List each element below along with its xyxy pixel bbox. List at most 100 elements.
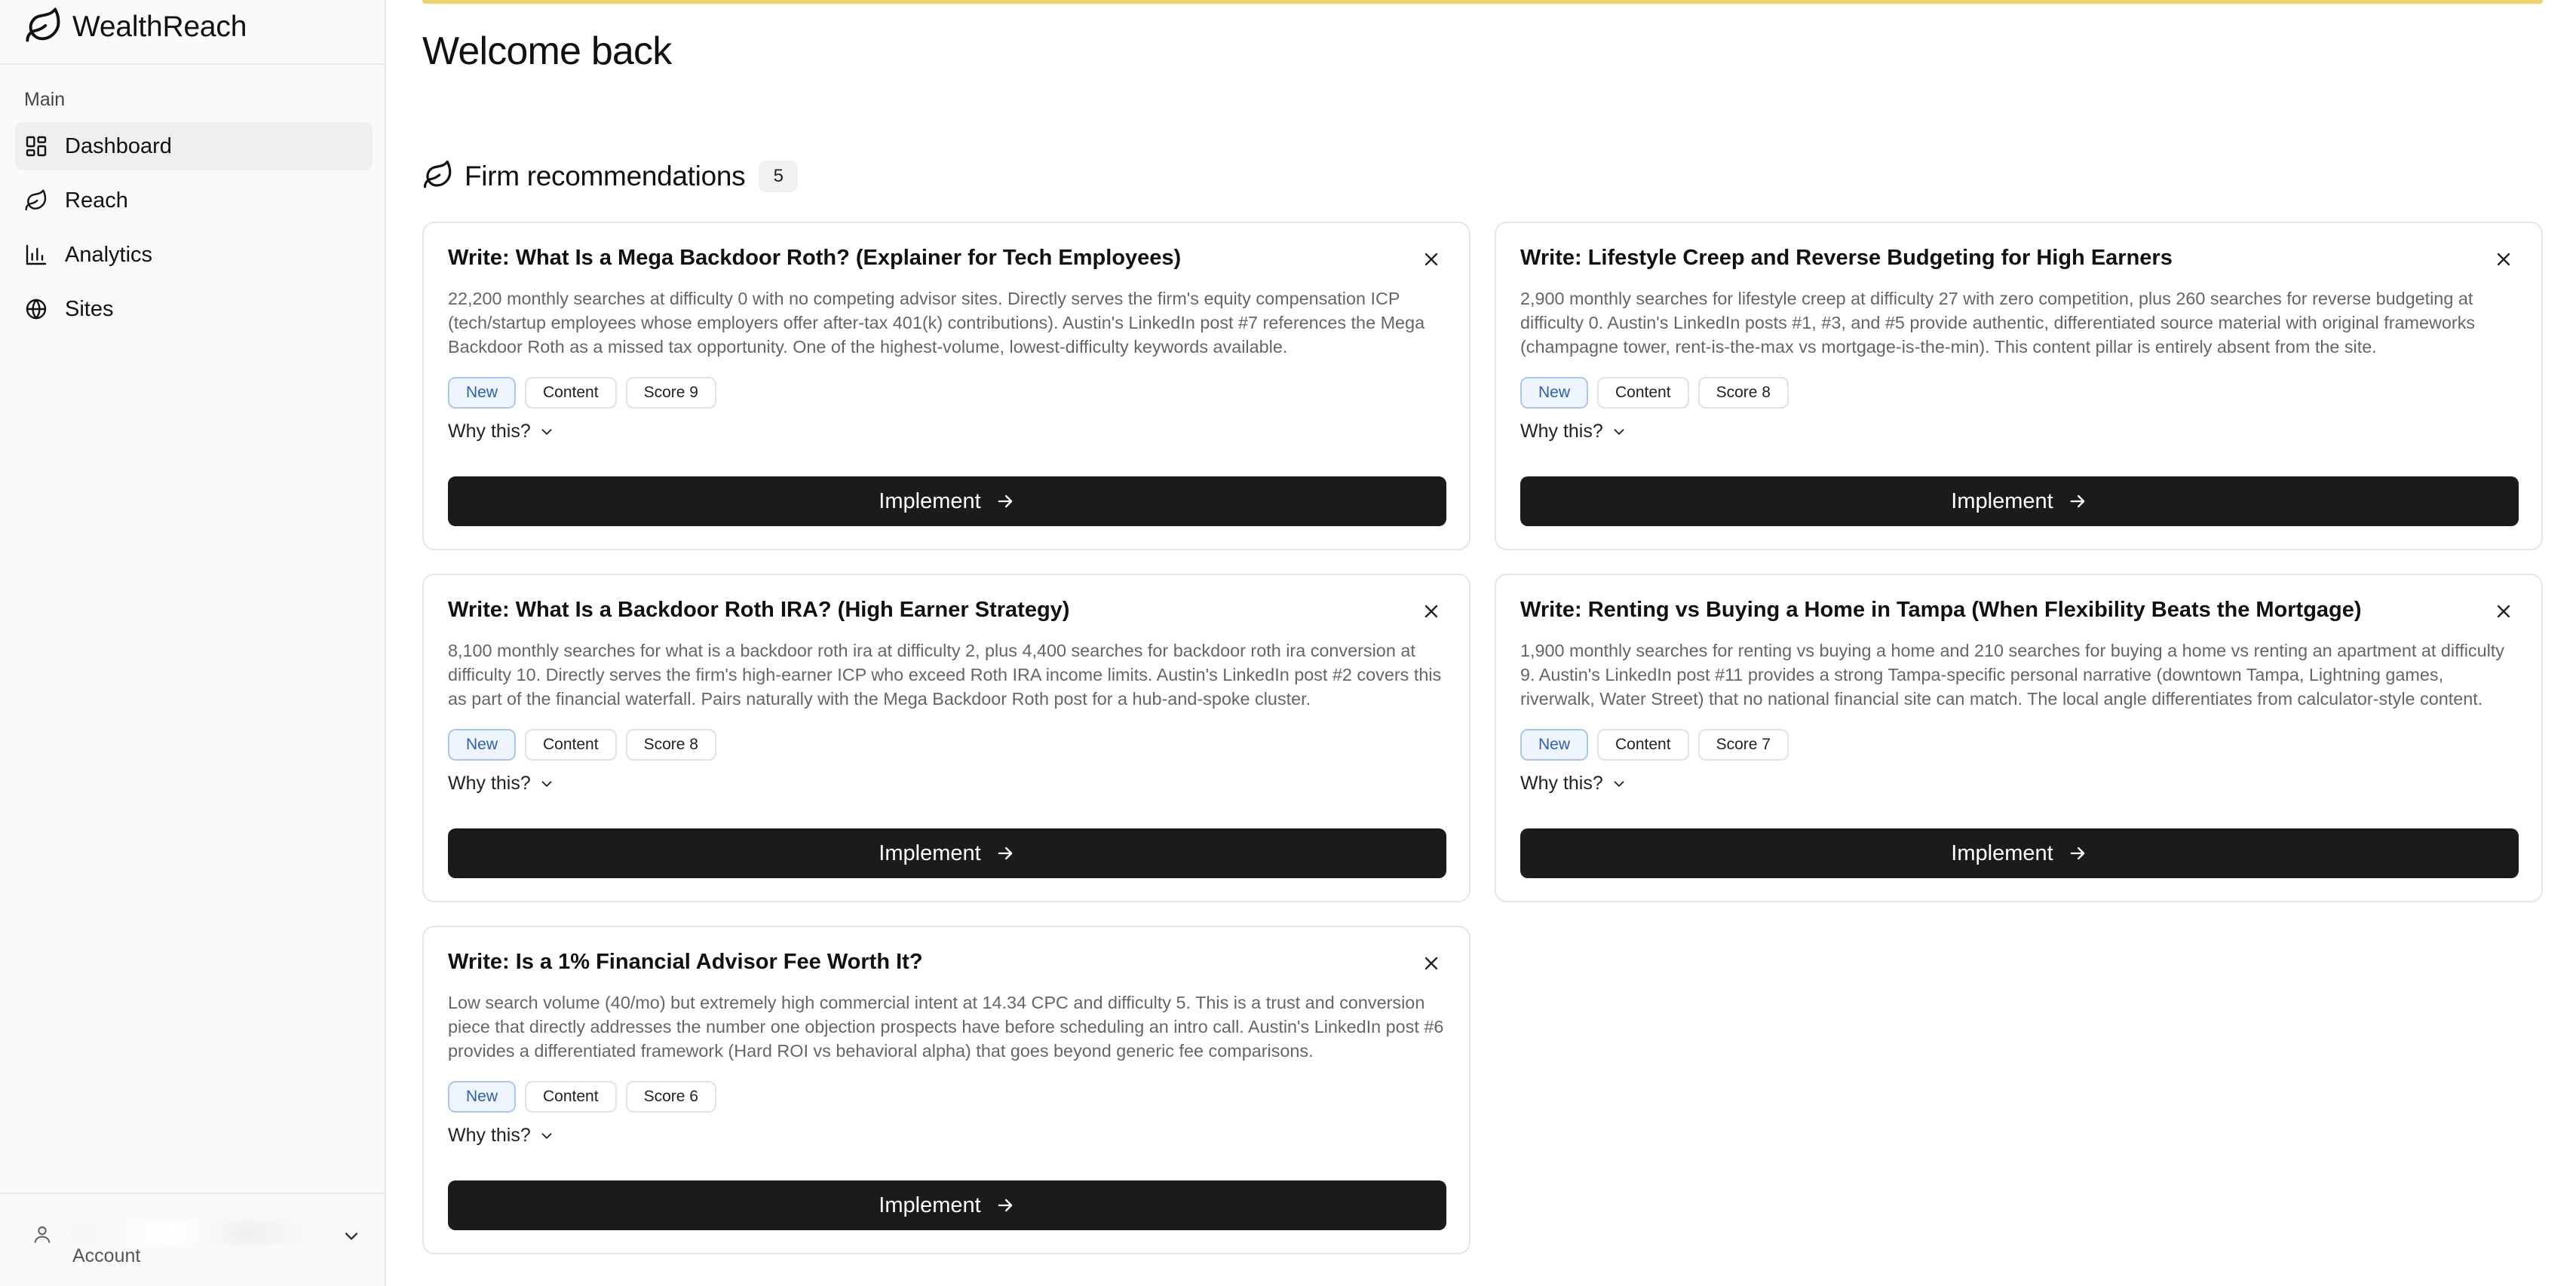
close-icon[interactable]: [1421, 249, 1442, 270]
chevron-down-icon: [1614, 428, 1624, 435]
why-this-toggle[interactable]: Why this?: [448, 773, 555, 795]
account-name-redacted: [72, 1221, 321, 1244]
implement-button[interactable]: Implement: [448, 476, 1446, 526]
divider: [0, 1193, 385, 1194]
card-title: Write: Lifestyle Creep and Reverse Budge…: [1520, 246, 2173, 270]
status-badge: New: [1520, 377, 1589, 409]
chevron-down-icon: [1614, 780, 1624, 787]
leaf-icon: [422, 159, 454, 194]
close-icon[interactable]: [2493, 249, 2514, 270]
tag-row: New Content Score 8: [1520, 377, 1798, 409]
status-badge: New: [448, 729, 517, 761]
why-this-label: Why this?: [1520, 773, 1603, 794]
recommendation-card: Write: What Is a Mega Backdoor Roth? (Ex…: [422, 222, 1470, 550]
leaf-logo-icon: [24, 6, 63, 49]
implement-label: Implement: [1951, 840, 2053, 865]
count-badge: 5: [759, 161, 799, 192]
score-badge: Score 8: [625, 729, 716, 761]
chevron-down-icon: [541, 428, 552, 435]
type-badge: Content: [525, 377, 617, 409]
recommendation-card: Write: What Is a Backdoor Roth IRA? (Hig…: [422, 574, 1470, 902]
recommendation-card: Write: Lifestyle Creep and Reverse Budge…: [1495, 222, 2543, 550]
card-description: 2,900 monthly searches for lifestyle cre…: [1520, 289, 2476, 357]
arrow-right-icon: [998, 847, 1013, 860]
sidebar-item-label: Analytics: [65, 242, 153, 267]
implement-label: Implement: [879, 840, 981, 865]
arrow-right-icon: [998, 1199, 1013, 1212]
sidebar-nav: Dashboard Reach Analytics Sites: [15, 122, 373, 339]
status-badge: New: [448, 377, 517, 409]
implement-button[interactable]: Implement: [1520, 476, 2519, 526]
score-badge: Score 6: [625, 1081, 716, 1113]
close-icon[interactable]: [1421, 601, 1442, 622]
tag-row: New Content Score 6: [448, 1081, 725, 1113]
arrow-right-icon: [2070, 847, 2085, 860]
recommendation-card: Write: Is a 1% Financial Advisor Fee Wor…: [422, 926, 1470, 1254]
sidebar-item-label: Reach: [65, 188, 128, 213]
card-description: 22,200 monthly searches at difficulty 0 …: [448, 289, 1425, 357]
user-icon: [30, 1223, 54, 1247]
status-badge: New: [448, 1081, 517, 1113]
bar-chart-icon: [24, 243, 48, 267]
tag-row: New Content Score 9: [448, 377, 725, 409]
why-this-label: Why this?: [448, 421, 531, 442]
why-this-label: Why this?: [448, 773, 531, 794]
page-title: Welcome back: [422, 29, 672, 73]
card-title: Write: Is a 1% Financial Advisor Fee Wor…: [448, 950, 923, 974]
card-description: 8,100 monthly searches for what is a bac…: [448, 641, 1442, 709]
leaf-icon: [24, 188, 48, 213]
brand[interactable]: WealthReach: [24, 6, 247, 49]
sidebar-item-label: Dashboard: [65, 133, 172, 158]
sidebar: WealthReach Main Dashboard Reach Analyti…: [0, 0, 386, 1286]
card-description: Low search volume (40/mo) but extremely …: [448, 993, 1444, 1061]
implement-button[interactable]: Implement: [1520, 828, 2519, 878]
why-this-toggle[interactable]: Why this?: [1520, 421, 1627, 442]
close-icon[interactable]: [1421, 953, 1442, 974]
sidebar-item-analytics[interactable]: Analytics: [15, 231, 373, 279]
sidebar-item-label: Sites: [65, 296, 114, 321]
type-badge: Content: [525, 1081, 617, 1113]
implement-label: Implement: [879, 1193, 981, 1217]
tag-row: New Content Score 8: [448, 729, 725, 761]
account-menu[interactable]: Account: [23, 1214, 362, 1271]
tag-row: New Content Score 7: [1520, 729, 1798, 761]
type-badge: Content: [1597, 377, 1689, 409]
why-this-toggle[interactable]: Why this?: [448, 1125, 555, 1147]
score-badge: Score 8: [1697, 377, 1789, 409]
arrow-right-icon: [998, 494, 1013, 508]
why-this-toggle[interactable]: Why this?: [448, 421, 555, 442]
status-badge: New: [1520, 729, 1589, 761]
close-icon[interactable]: [2493, 601, 2514, 622]
card-description: 1,900 monthly searches for renting vs bu…: [1520, 641, 2504, 709]
notice-banner-edge: [422, 0, 2543, 4]
sidebar-item-sites[interactable]: Sites: [15, 285, 373, 333]
chevron-down-icon: [341, 1226, 362, 1247]
why-this-toggle[interactable]: Why this?: [1520, 773, 1627, 795]
type-badge: Content: [525, 729, 617, 761]
brand-name: WealthReach: [72, 11, 247, 43]
score-badge: Score 9: [625, 377, 716, 409]
implement-label: Implement: [1951, 488, 2053, 513]
implement-button[interactable]: Implement: [448, 1180, 1446, 1230]
chevron-down-icon: [541, 1132, 552, 1139]
divider: [0, 63, 385, 65]
nav-section-label: Main: [24, 89, 66, 110]
section-title: Firm recommendations: [465, 161, 746, 191]
recommendations-header: Firm recommendations 5: [422, 155, 799, 197]
why-this-label: Why this?: [1520, 421, 1603, 442]
why-this-label: Why this?: [448, 1125, 531, 1146]
implement-button[interactable]: Implement: [448, 828, 1446, 878]
card-title: Write: Renting vs Buying a Home in Tampa…: [1520, 598, 2362, 622]
arrow-right-icon: [2070, 494, 2085, 508]
implement-label: Implement: [879, 488, 981, 513]
recommendation-card: Write: Renting vs Buying a Home in Tampa…: [1495, 574, 2543, 902]
sidebar-item-reach[interactable]: Reach: [15, 176, 373, 225]
chevron-down-icon: [541, 780, 552, 787]
account-label: Account: [72, 1245, 141, 1266]
score-badge: Score 7: [1697, 729, 1789, 761]
grid-icon: [24, 134, 48, 158]
globe-icon: [24, 297, 48, 321]
card-title: Write: What Is a Backdoor Roth IRA? (Hig…: [448, 598, 1070, 622]
type-badge: Content: [1597, 729, 1689, 761]
sidebar-item-dashboard[interactable]: Dashboard: [15, 122, 373, 170]
